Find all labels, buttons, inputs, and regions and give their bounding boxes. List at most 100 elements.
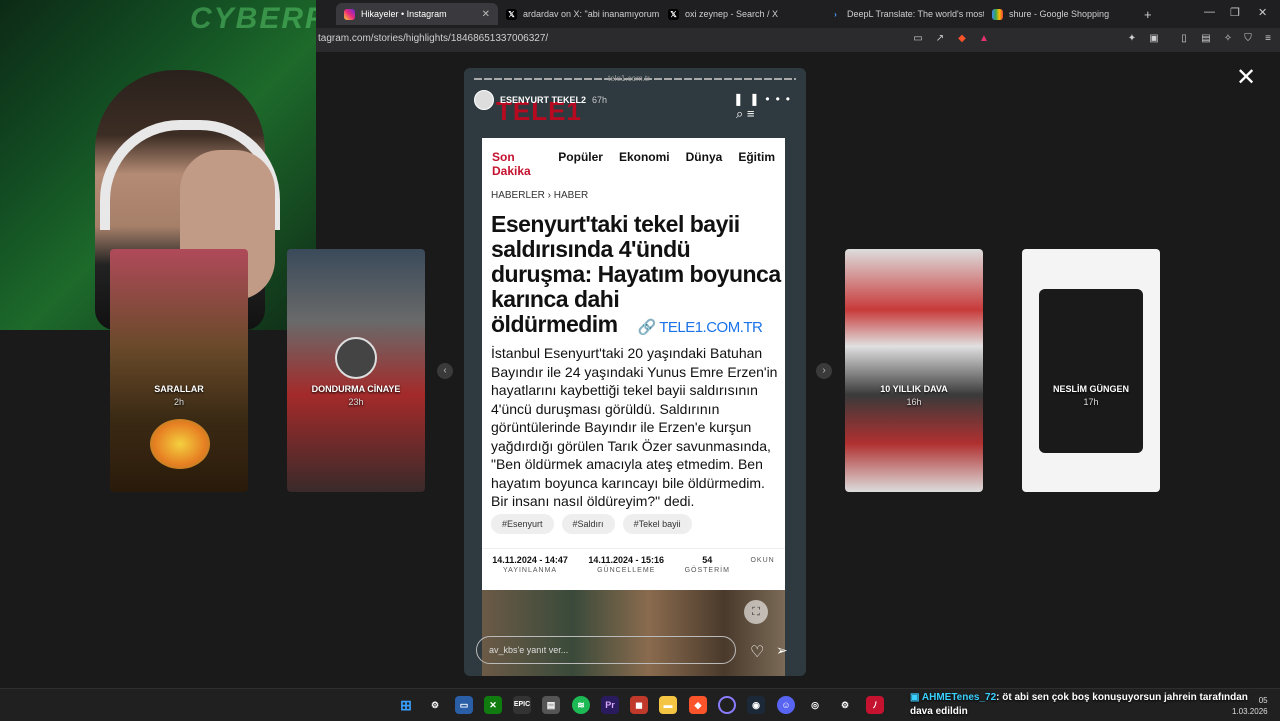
previous-story-button[interactable]: ‹ — [437, 363, 453, 379]
windows-start-icon[interactable]: ⊞ — [397, 696, 415, 714]
menu-item: Son Dakika — [492, 150, 531, 178]
next-story-button[interactable]: › — [816, 363, 832, 379]
close-window-icon[interactable]: ✕ — [1258, 6, 1267, 19]
reply-input[interactable]: av_kbs'e yanıt ver... — [476, 636, 736, 664]
article-meta: 14.11.2024 - 14:47 YAYINLANMA 14.11.2024 … — [482, 548, 785, 588]
story-username[interactable]: ESENYURT TEKEL2 — [500, 95, 586, 105]
url-field[interactable]: tagram.com/stories/highlights/1846865133… — [318, 33, 548, 44]
story-title: SARALLAR — [154, 384, 204, 394]
obs-icon[interactable]: ◎ — [806, 696, 824, 714]
file-explorer-icon[interactable]: ▬ — [659, 696, 677, 714]
menu-icon[interactable]: ≡ — [1262, 33, 1274, 45]
fullscreen-icon[interactable]: ⛶ — [744, 600, 768, 624]
watermark-url: tele1.com.tr — [608, 74, 650, 83]
brave-browser-icon[interactable]: ◆ — [689, 696, 707, 714]
screen-icon[interactable]: ▭ — [912, 33, 924, 45]
story-preview-neslim-gungen[interactable]: NESLİM GÜNGEN 17h — [1022, 249, 1160, 492]
tab-oxi-zeynep[interactable]: 𝕏 oxi zeynep - Search / X — [660, 3, 822, 25]
chat-username: AHMETenes_72 — [921, 692, 997, 703]
sidebar-icon[interactable]: ▯ — [1178, 33, 1190, 45]
address-bar: tagram.com/stories/highlights/1846865133… — [316, 28, 1280, 52]
news-article-screenshot: Son Dakika Popüler Ekonomi Dünya Eğitim … — [482, 138, 785, 590]
meta-label: YAYINLANMA — [503, 567, 558, 574]
tag: #Saldırı — [561, 514, 615, 534]
breadcrumb: HABERLER › HABER — [491, 190, 589, 201]
tab-label: shure - Google Shopping — [1009, 9, 1110, 19]
meta-value: 14.11.2024 - 15:16 — [588, 555, 664, 565]
menu-item: Ekonomi — [618, 150, 670, 164]
story-time: 16h — [906, 397, 922, 407]
twitch-icon: ▣ — [910, 692, 920, 703]
story-time: 67h — [592, 95, 608, 105]
menu-item: Popüler — [558, 150, 603, 164]
leo-ai-icon[interactable]: ✧ — [1222, 33, 1234, 45]
vpn-icon[interactable]: ⛉ — [1242, 33, 1254, 45]
heart-icon[interactable]: ♡ — [750, 642, 764, 662]
tweet-screenshot — [1039, 289, 1143, 453]
tab-ardardav[interactable]: 𝕏 ardardav on X: "abi inanamıyorum a — [498, 3, 660, 25]
epic-games-icon[interactable]: EPIC — [513, 696, 531, 714]
extensions-icon[interactable]: ✦ — [1126, 33, 1138, 45]
main-story[interactable]: tele1.com.tr TELE1 ESENYURT TEKEL2 67h ❚… — [464, 68, 806, 676]
meta-label: GÜNCELLEME — [597, 567, 656, 574]
meta-value: 14.11.2024 - 14:47 — [492, 555, 568, 565]
instagram-icon — [344, 8, 355, 20]
story-title: NESLİM GÜNGEN — [1052, 384, 1129, 394]
app-icon[interactable] — [718, 696, 736, 714]
steam-icon[interactable]: ◉ — [747, 696, 765, 714]
clock-time: 05 — [1258, 696, 1268, 705]
minimize-icon[interactable]: — — [1204, 6, 1215, 18]
x-icon: 𝕏 — [506, 8, 517, 20]
story-controls: ❚❚••• — [733, 92, 796, 106]
new-tab-button[interactable]: + — [1144, 3, 1164, 25]
tab-label: oxi zeynep - Search / X — [685, 9, 779, 19]
brave-shield-icon[interactable]: ◆ — [956, 33, 968, 45]
story-avatar — [335, 337, 377, 379]
app-icon[interactable]: ﾉ — [866, 696, 884, 714]
story-time: 17h — [1083, 397, 1099, 407]
story-title: 10 YILLIK DAVA — [880, 384, 948, 394]
menu-item: Dünya — [685, 150, 723, 164]
tag: #Esenyurt — [491, 514, 554, 534]
settings-icon[interactable]: ⚙ — [836, 696, 854, 714]
deepl-icon: › — [834, 9, 837, 19]
meta-label: GÖSTERİM — [684, 567, 730, 574]
wallet-icon[interactable]: ▤ — [1200, 33, 1212, 45]
share-icon[interactable]: ↗ — [934, 33, 946, 45]
premiere-pro-icon[interactable]: Pr — [601, 696, 619, 714]
spotify-icon[interactable]: ≋ — [572, 696, 590, 714]
tab-google-shopping[interactable]: shure - Google Shopping — [984, 3, 1146, 25]
system-clock[interactable]: 05 1.03.2026 — [1232, 695, 1268, 717]
discord-icon[interactable]: ☺ — [777, 696, 795, 714]
flowers-shape — [150, 419, 210, 469]
send-icon[interactable]: ➢ — [776, 642, 788, 659]
avatar[interactable] — [474, 90, 494, 110]
maximize-icon[interactable]: ❐ — [1230, 6, 1240, 19]
article-menu: Son Dakika Popüler Ekonomi Dünya Eğitim — [482, 138, 785, 178]
app-icon[interactable]: ▭ — [455, 696, 473, 714]
tab-label: Hikayeler • Instagram — [361, 9, 447, 19]
app-icon[interactable]: ▤ — [542, 696, 560, 714]
meta-published: 14.11.2024 - 14:47 YAYINLANMA — [492, 555, 568, 588]
more-options-icon[interactable]: ••• — [765, 92, 796, 106]
stream-chat-overlay: ▣ AHMETenes_72: öt abi sen çok boş konuş… — [910, 691, 1260, 719]
close-tab-icon[interactable]: ✕ — [482, 9, 490, 20]
app-icon[interactable]: ◼ — [630, 696, 648, 714]
profile-icon[interactable]: ▣ — [1148, 33, 1160, 45]
browser-tab-bar: Hikayeler • Instagram ✕ 𝕏 ardardav on X:… — [316, 0, 1280, 28]
webcam-background-text: CYBERP — [190, 2, 316, 35]
xbox-icon[interactable]: ✕ — [484, 696, 502, 714]
app-icon[interactable]: ⚙ — [426, 696, 444, 714]
brave-rewards-icon[interactable]: ▲ — [978, 33, 990, 45]
pause-icon[interactable]: ❚❚ — [733, 92, 765, 106]
menu-item: Eğitim — [738, 150, 775, 164]
story-preview-dondurma[interactable]: DONDURMA CİNAYE 23h — [287, 249, 425, 492]
tab-deepl[interactable]: › DeepL Translate: The world's most a — [822, 3, 984, 25]
story-time: 23h — [348, 397, 364, 407]
article-body: İstanbul Esenyurt'taki 20 yaşındaki Batu… — [491, 345, 778, 509]
close-stories-icon[interactable]: ✕ — [1236, 66, 1256, 90]
tab-instagram[interactable]: Hikayeler • Instagram ✕ — [336, 3, 498, 25]
story-preview-10-yillik-dava[interactable]: 10 YILLIK DAVA 16h — [845, 249, 983, 492]
story-preview-sarallar[interactable]: SARALLAR 2h — [110, 249, 248, 492]
story-time: 2h — [173, 397, 184, 407]
